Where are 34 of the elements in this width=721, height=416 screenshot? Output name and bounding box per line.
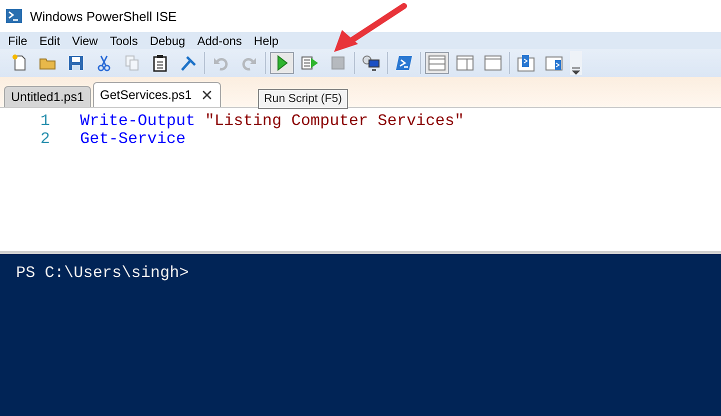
powershell-icon <box>6 9 22 23</box>
window-title: Windows PowerShell ISE <box>30 8 177 24</box>
pane-right-icon <box>456 54 474 72</box>
powershell-icon <box>395 54 413 72</box>
document-tab[interactable]: Untitled1.ps1 <box>4 86 91 107</box>
overflow-button[interactable] <box>570 51 582 75</box>
menu-item[interactable]: Tools <box>104 34 144 48</box>
stop-icon <box>329 54 347 72</box>
line-number: 2 <box>39 130 51 148</box>
scissors-icon <box>95 54 113 72</box>
window-icon <box>484 54 502 72</box>
document-tab[interactable]: GetServices.ps1 <box>92 82 221 107</box>
menu-item[interactable]: Debug <box>144 34 192 48</box>
menu-item[interactable]: View <box>66 34 104 48</box>
code-token: Write-Output <box>80 112 196 130</box>
script-pane-icon <box>517 54 535 72</box>
menu-item[interactable]: Edit <box>33 34 66 48</box>
copy-icon <box>123 54 141 72</box>
script-pane-icon <box>545 54 563 72</box>
tooltip: Run Script (F5) <box>258 89 348 109</box>
menu-item[interactable]: Add-ons <box>191 34 248 48</box>
pane-top-icon <box>428 54 446 72</box>
clipboard-icon <box>151 54 169 72</box>
caret-icon <box>572 67 580 75</box>
menu-item[interactable]: File <box>2 34 34 48</box>
line-number: 1 <box>39 112 51 130</box>
code-token: "Listing Computer Services" <box>204 112 464 130</box>
menu-item[interactable]: Help <box>248 34 285 48</box>
console-pane[interactable]: PS C:\Users\singh> <box>0 254 721 416</box>
save-icon <box>67 54 85 72</box>
run-selection-icon <box>301 54 319 72</box>
code-token: Get-Service <box>80 130 186 148</box>
console-prompt: PS C:\Users\singh> <box>16 264 189 282</box>
remote-computer-icon <box>362 54 380 72</box>
